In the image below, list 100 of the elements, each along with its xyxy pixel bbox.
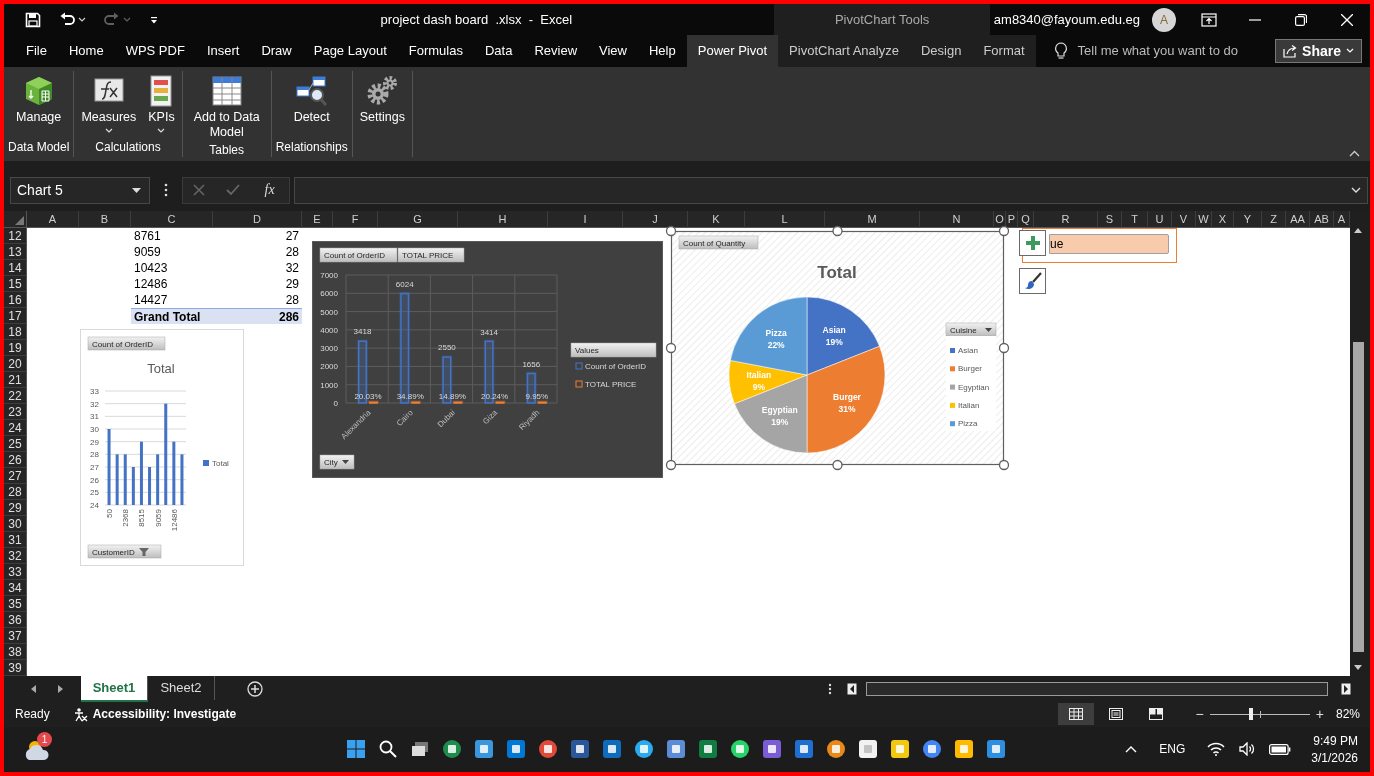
resize-handle[interactable] [998, 342, 1010, 354]
resize-handle[interactable] [665, 342, 677, 354]
app-icon[interactable] [442, 739, 462, 760]
sheet-tab[interactable]: Sheet1 [81, 676, 148, 702]
resize-handle[interactable] [665, 459, 677, 471]
ribbon-tab[interactable]: PivotChart Analyze [778, 35, 910, 67]
avatar[interactable]: A [1152, 7, 1176, 32]
app-icon[interactable] [826, 739, 846, 760]
search-icon[interactable] [378, 739, 398, 760]
clock[interactable]: 9:49 PM 3/1/2026 [1311, 734, 1358, 765]
scroll-right-icon[interactable] [1341, 682, 1351, 695]
ribbon-tab[interactable]: WPS PDF [114, 35, 196, 67]
slider-thumb[interactable] [1248, 708, 1253, 721]
ribbon-tab[interactable]: Help [638, 35, 687, 67]
accessibility-icon[interactable] [72, 706, 88, 722]
accessibility-status[interactable]: Accessibility: Investigate [92, 707, 237, 722]
ribbon-tab[interactable]: Home [57, 35, 115, 67]
wifi-icon[interactable] [1207, 742, 1226, 757]
scroll-down-icon[interactable] [1354, 665, 1362, 671]
ribbon-tab[interactable]: View [588, 35, 638, 67]
legend-button[interactable]: Values [570, 342, 657, 358]
tell-me-search[interactable]: Tell me what you want to do [1077, 43, 1238, 59]
close-icon[interactable] [1341, 13, 1353, 26]
ribbon-tab[interactable]: Format [972, 35, 1036, 67]
ribbon-button[interactable]: Detect [288, 72, 335, 139]
field-button[interactable]: Count of OrderID [319, 247, 398, 263]
resize-handle[interactable] [998, 225, 1010, 237]
language-indicator[interactable]: ENG [1159, 742, 1186, 757]
start-icon[interactable] [346, 739, 366, 760]
volume-icon[interactable] [1239, 742, 1256, 757]
app-icon[interactable] [634, 739, 654, 760]
ribbon-button[interactable]: KPIs [143, 72, 180, 139]
battery-icon[interactable] [1269, 744, 1292, 755]
ribbon-tab[interactable]: File [15, 35, 58, 67]
zoom-in-button[interactable]: + [1315, 706, 1324, 723]
zoom-out-button[interactable]: − [1195, 706, 1204, 723]
dropdown-icon[interactable] [132, 187, 141, 193]
restore-icon[interactable] [1295, 13, 1307, 26]
ribbon-tab[interactable]: Insert [195, 35, 251, 67]
app-icon[interactable] [858, 739, 878, 760]
zoom-level[interactable]: 82% [1335, 707, 1360, 722]
expand-icon[interactable] [1351, 187, 1361, 194]
app-icon[interactable] [506, 739, 526, 760]
field-button[interactable]: Count of Quantity [678, 235, 759, 250]
app-icon[interactable] [954, 739, 974, 760]
ribbon-button[interactable]: Settings [354, 72, 410, 139]
scrollbar-thumb[interactable] [1352, 342, 1364, 653]
ribbon-tab[interactable]: Design [909, 35, 973, 67]
sheet-tab[interactable]: Sheet2 [148, 676, 215, 700]
undo-icon[interactable] [59, 11, 75, 28]
ribbon-tab[interactable]: Page Layout [302, 35, 398, 67]
previous-sheet-icon[interactable] [31, 684, 36, 693]
field-button[interactable]: City [319, 454, 355, 470]
next-sheet-icon[interactable] [58, 684, 63, 693]
chart-elements-button[interactable] [1019, 230, 1046, 257]
legend-button[interactable]: Cuisine [945, 322, 997, 337]
share-button[interactable]: Share [1275, 39, 1362, 63]
ribbon-tab[interactable]: Review [523, 35, 589, 67]
scroll-up-icon[interactable] [1354, 228, 1362, 234]
view-button[interactable] [1057, 703, 1094, 726]
field-button[interactable]: Count of OrderID [87, 336, 166, 351]
field-button[interactable]: CustomerID [87, 544, 162, 559]
ribbon-tab[interactable]: Draw [250, 35, 303, 67]
app-icon[interactable] [666, 739, 686, 760]
add-sheet-icon[interactable] [247, 680, 263, 697]
scroll-left-icon[interactable] [847, 682, 857, 695]
ribbon-button[interactable]: Measures [76, 72, 142, 139]
resize-handle[interactable] [665, 225, 677, 237]
ribbon-display-icon[interactable] [1201, 12, 1217, 27]
enter-icon[interactable] [225, 184, 240, 197]
cancel-icon[interactable] [193, 184, 206, 197]
app-icon[interactable] [570, 739, 590, 760]
app-icon[interactable] [474, 739, 494, 760]
ribbon-tab[interactable]: Power Pivot [686, 35, 779, 67]
resize-handle[interactable] [832, 459, 843, 471]
app-icon[interactable] [602, 739, 622, 760]
chart-styles-button[interactable] [1019, 268, 1046, 295]
resize-handle[interactable] [832, 225, 843, 237]
name-box[interactable]: Chart 5 [10, 176, 150, 205]
app-icon[interactable] [890, 739, 910, 760]
app-icon[interactable] [730, 739, 750, 760]
customize-icon[interactable] [149, 14, 159, 25]
ribbon-button[interactable]: Add to Data Model [184, 72, 269, 142]
value-field[interactable]: ue [1049, 234, 1169, 255]
app-icon[interactable] [794, 739, 814, 760]
app-icon[interactable] [986, 739, 1006, 760]
resize-handle[interactable] [998, 459, 1010, 471]
ribbon-tab[interactable]: Formulas [397, 35, 474, 67]
field-button[interactable]: TOTAL PRICE [397, 247, 465, 263]
app-icon[interactable] [538, 739, 558, 760]
app-icon[interactable] [922, 739, 942, 760]
more-icon[interactable] [828, 682, 832, 695]
collapse-icon[interactable] [1349, 149, 1360, 157]
insert-function-button[interactable]: fx [260, 182, 279, 199]
formula-input[interactable] [294, 176, 1368, 205]
chevron-up-icon[interactable] [1125, 745, 1138, 754]
more-icon[interactable] [164, 183, 168, 198]
ribbon-tab[interactable]: Data [473, 35, 524, 67]
ribbon-button[interactable]: Manage [11, 72, 67, 139]
select-all-icon[interactable] [15, 216, 24, 226]
